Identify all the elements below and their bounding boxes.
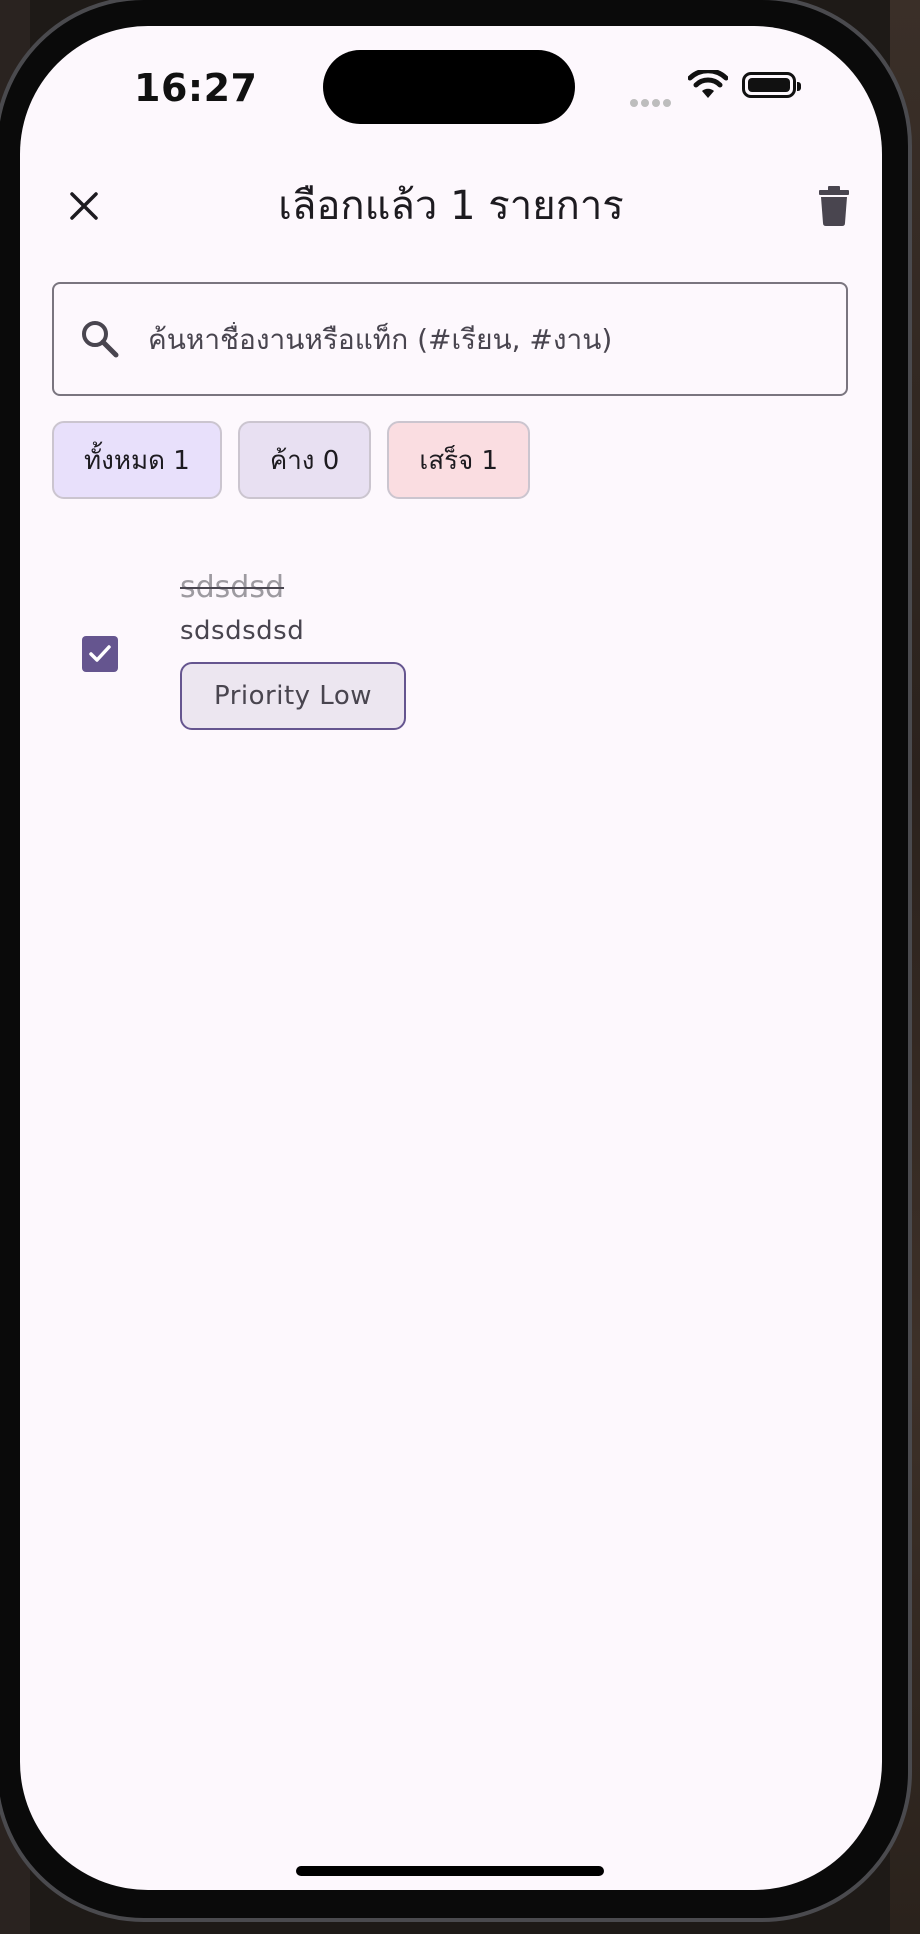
wifi-icon: [687, 68, 729, 104]
dynamic-island: [323, 50, 575, 124]
status-time: 16:27: [134, 66, 258, 110]
close-icon: [70, 192, 98, 220]
priority-badge: Priority Low: [180, 662, 407, 730]
filter-chip-done[interactable]: เสร็จ 1: [387, 421, 531, 499]
checkmark-icon: [89, 645, 111, 662]
search-input[interactable]: [146, 321, 810, 357]
phone-frame: 16:27 เลือกแล้ว 1 รายการ ค้นหาชื่องานหรื…: [0, 0, 912, 1922]
battery-icon: [742, 72, 801, 98]
task-description: sdsdsdsd: [180, 616, 305, 646]
filter-chip-all[interactable]: ทั้งหมด 1: [52, 421, 222, 499]
task-title: sdsdsd: [180, 570, 285, 605]
cellular-signal-icon: [630, 92, 674, 111]
page-title: เลือกแล้ว 1 รายการ: [278, 183, 624, 229]
trash-icon: [819, 186, 849, 226]
close-button[interactable]: [54, 176, 114, 236]
app-screen: 16:27 เลือกแล้ว 1 รายการ ค้นหาชื่องานหรื…: [20, 26, 882, 1890]
delete-button[interactable]: [804, 176, 864, 236]
home-indicator[interactable]: [296, 1866, 604, 1876]
task-list-item[interactable]: sdsdsd sdsdsdsd Priority Low: [20, 546, 882, 746]
search-field[interactable]: [52, 282, 848, 396]
search-icon: [80, 319, 120, 359]
task-checkbox[interactable]: [82, 636, 118, 672]
filter-chip-pending[interactable]: ค้าง 0: [237, 421, 372, 499]
filter-chips: ทั้งหมด 1 ค้าง 0 เสร็จ 1: [52, 421, 546, 499]
